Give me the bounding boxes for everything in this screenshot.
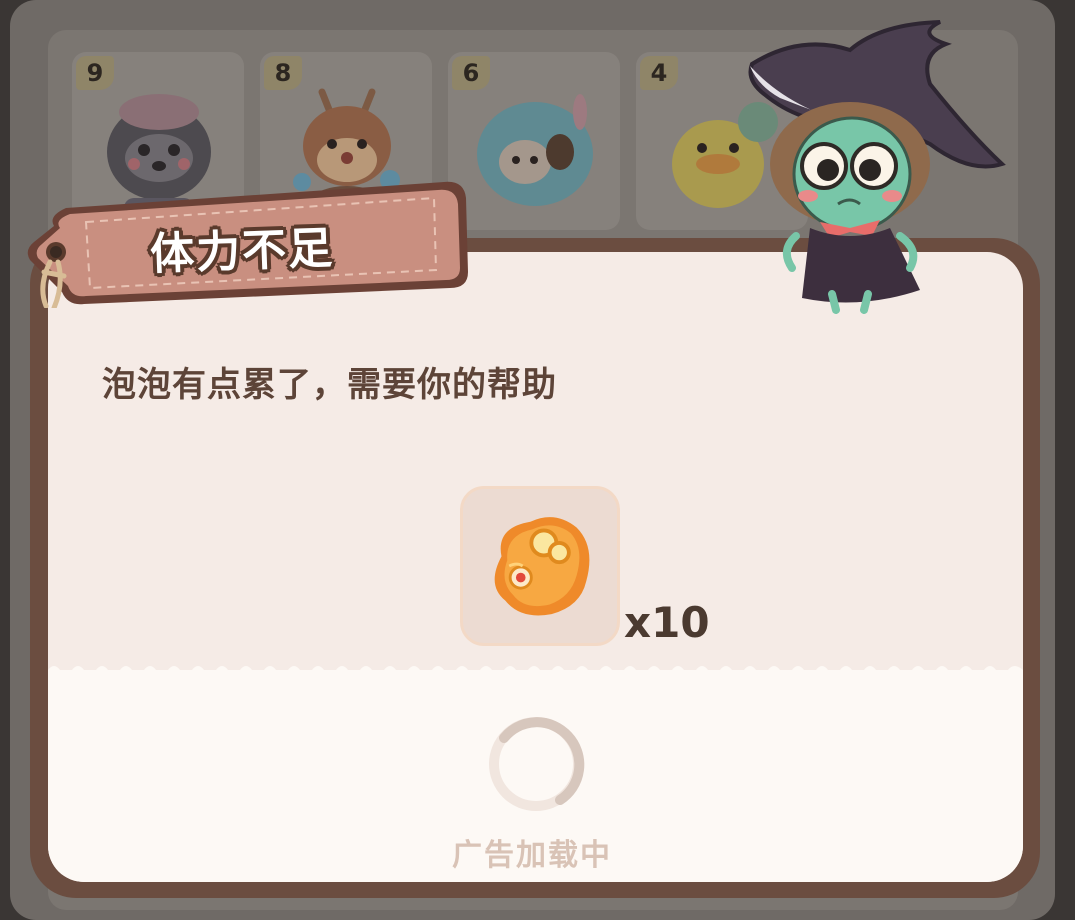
dialog-title: 体力不足 <box>149 222 335 281</box>
energy-bread-icon <box>494 517 590 616</box>
reward-quantity: x10 <box>624 598 710 647</box>
witch-frog-character <box>748 20 1006 314</box>
loading-spinner-icon <box>489 717 585 811</box>
sheep-icon <box>477 94 593 206</box>
reward-slot <box>460 486 620 646</box>
character-card: 6 <box>448 52 620 230</box>
dialog-message: 泡泡有点累了，需要你的帮助 <box>102 365 557 405</box>
ad-loading-text: 广告加载中 <box>452 838 612 873</box>
